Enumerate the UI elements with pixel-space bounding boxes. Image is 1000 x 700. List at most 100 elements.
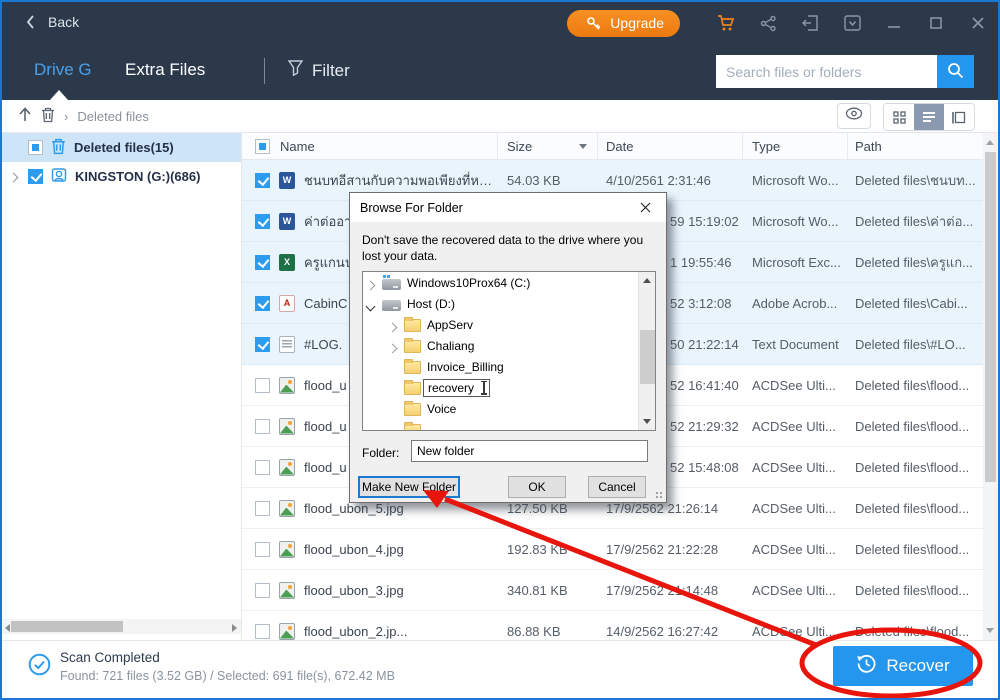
expander-icon[interactable] [367,278,376,287]
back-button[interactable]: Back [20,12,79,32]
up-arrow-icon[interactable] [18,107,32,125]
sidebar-checkbox-kingston[interactable] [28,169,43,184]
close-icon[interactable] [968,13,988,33]
sidebar-item-deleted-files[interactable]: Deleted files(15) [2,133,241,162]
expander-icon[interactable] [367,299,376,308]
folder-name-input[interactable] [411,440,648,462]
tree-icon [382,279,401,290]
tab-extra-files[interactable]: Extra Files [125,60,205,80]
expander-icon[interactable] [389,383,398,392]
header-name[interactable]: Name [242,133,498,159]
tree-item[interactable]: Windows10Prox64 (C:) [363,272,655,293]
expander-icon[interactable] [389,320,398,329]
sidebar-horizontal-scrollbar[interactable] [2,619,241,634]
cancel-button[interactable]: Cancel [588,476,646,498]
scroll-down-arrow-icon[interactable] [986,628,994,633]
eye-icon [845,107,863,125]
row-checkbox[interactable] [255,583,270,598]
make-new-folder-button[interactable]: Make New Folder [358,476,460,498]
tree-item[interactable]: Host (D:) [363,293,655,314]
table-row[interactable]: flood_ubon_2.jp... 86.88 KB 14/9/2562 16… [242,611,983,640]
scroll-down-arrow-icon[interactable] [643,419,651,424]
header-type[interactable]: Type [743,133,848,159]
text-cursor-ibeam-icon [483,382,485,394]
scrollbar-thumb[interactable] [985,152,996,482]
recover-label: Recover [886,656,949,676]
recover-button[interactable]: Recover [833,646,973,686]
ok-button[interactable]: OK [508,476,566,498]
dialog-resize-grip[interactable] [656,492,664,500]
file-type: ACDSee Ulti... [743,419,848,434]
scroll-up-arrow-icon[interactable] [986,140,994,145]
column-view-button[interactable] [944,104,974,130]
file-type: ACDSee Ulti... [743,378,848,393]
status-bar: Scan Completed Found: 721 files (3.52 GB… [2,640,998,698]
tree-item[interactable]: Chaliang [363,335,655,356]
maximize-icon[interactable] [926,13,946,33]
tab-drive-g[interactable]: Drive G [34,60,92,80]
header-path[interactable]: Path [848,133,983,159]
row-checkbox[interactable] [255,624,270,639]
search-icon [947,62,964,82]
row-checkbox[interactable] [255,501,270,516]
scroll-left-arrow-icon[interactable] [5,624,10,632]
expander-icon[interactable] [389,362,398,371]
row-checkbox[interactable] [255,542,270,557]
row-checkbox[interactable] [255,296,270,311]
row-checkbox[interactable] [255,214,270,229]
scroll-up-arrow-icon[interactable] [643,278,651,283]
tree-vertical-scrollbar[interactable] [638,272,655,430]
header-date[interactable]: Date [598,133,743,159]
expander-icon[interactable] [389,341,398,350]
signout-icon[interactable] [800,13,820,33]
row-checkbox[interactable] [255,460,270,475]
tree-item[interactable] [363,419,655,431]
upgrade-label: Upgrade [610,15,664,31]
scan-status-detail: Found: 721 files (3.52 GB) / Selected: 6… [60,669,395,683]
file-type-icon [279,336,295,353]
expander-icon[interactable] [389,404,398,413]
file-type-icon [279,541,295,558]
search-input[interactable] [716,55,937,88]
search-button[interactable] [937,55,974,88]
row-checkbox[interactable] [255,173,270,188]
row-checkbox[interactable] [255,419,270,434]
table-row[interactable]: flood_ubon_3.jpg 340.81 KB 17/9/2562 21:… [242,570,983,611]
table-vertical-scrollbar[interactable] [983,133,998,640]
table-row[interactable]: flood_ubon_4.jpg 192.83 KB 17/9/2562 21:… [242,529,983,570]
upgrade-button[interactable]: Upgrade [567,10,680,37]
row-checkbox[interactable] [255,337,270,352]
chevron-right-icon[interactable] [10,169,20,184]
tree-item[interactable]: Voice [363,398,655,419]
row-checkbox[interactable] [255,378,270,393]
scroll-right-arrow-icon[interactable] [232,624,237,632]
file-name: flood_u [304,460,347,475]
tree-item[interactable]: Invoice_Billing [363,356,655,377]
tree-item[interactable]: recovery [363,377,655,398]
header-size[interactable]: Size [498,133,598,159]
tree-item[interactable]: AppServ [363,314,655,335]
file-type: ACDSee Ulti... [743,624,848,639]
sidebar-item-label: Deleted files(15) [74,140,174,155]
grid-view-button[interactable] [884,104,914,130]
sort-dropdown-icon[interactable] [579,144,587,149]
expander-icon[interactable] [389,425,398,431]
trash-breadcrumb-icon[interactable] [41,107,55,126]
dialog-close-icon[interactable] [625,194,665,221]
dialog-title-bar[interactable]: Browse For Folder [350,193,666,222]
sidebar-item-kingston[interactable]: KINGSTON (G:)(686) [2,162,241,191]
header-checkbox[interactable] [255,139,270,154]
cart-icon[interactable] [716,13,736,33]
breadcrumb[interactable]: Deleted files [77,109,149,124]
minimize-icon[interactable] [884,13,904,33]
sidebar-checkbox-deleted-files[interactable] [28,140,43,155]
preview-toggle-button[interactable] [837,103,871,129]
list-view-button[interactable] [914,104,944,130]
window-menu-icon[interactable] [842,13,862,33]
scrollbar-thumb[interactable] [11,621,123,632]
file-type: ACDSee Ulti... [743,501,848,516]
share-icon[interactable] [758,13,778,33]
row-checkbox[interactable] [255,255,270,270]
scrollbar-thumb[interactable] [640,330,655,384]
filter-button[interactable]: Filter [288,60,350,81]
